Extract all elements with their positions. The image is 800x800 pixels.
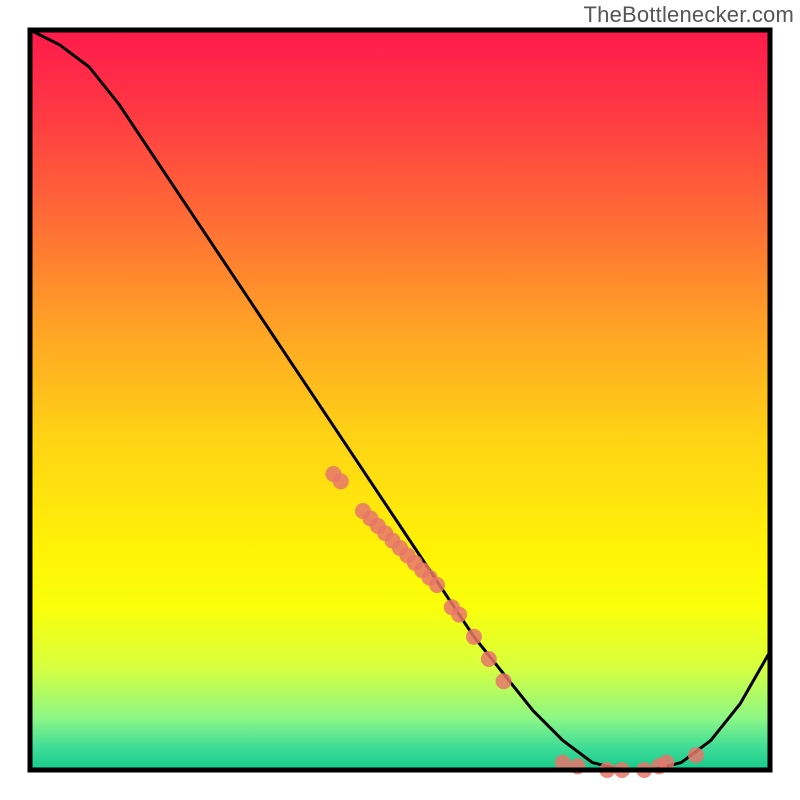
watermark-text: TheBottlenecker.com [584,2,794,28]
data-point [466,629,482,645]
data-point [688,747,704,763]
plot-background [30,30,770,770]
chart-frame: TheBottlenecker.com [0,0,800,800]
data-point [451,607,467,623]
data-point [333,473,349,489]
data-point [429,577,445,593]
data-point [496,673,512,689]
chart-svg [0,0,800,800]
data-point [481,651,497,667]
